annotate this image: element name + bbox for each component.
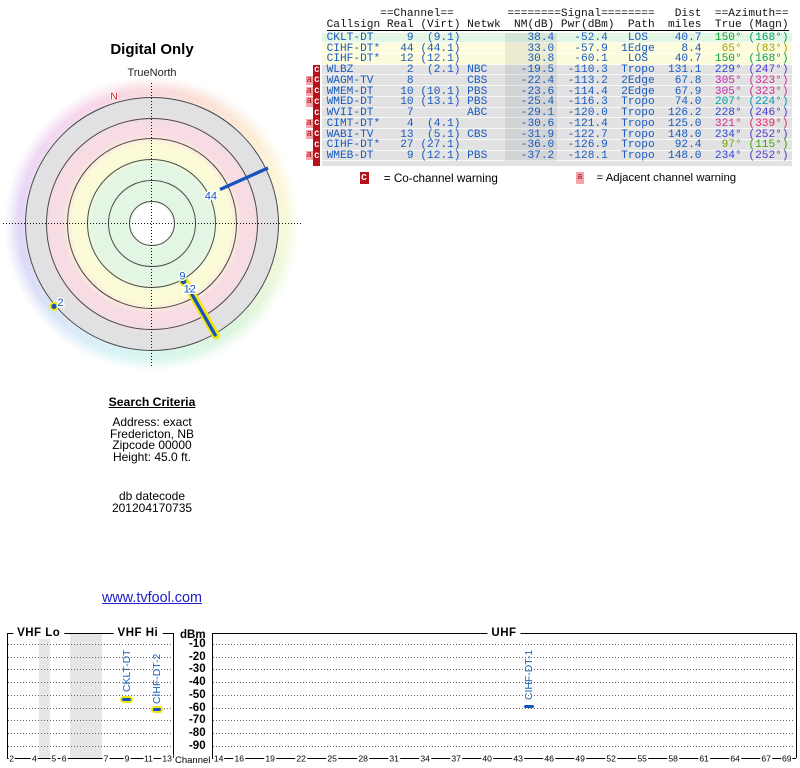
svg-text:12: 12: [184, 283, 196, 295]
svg-text:2: 2: [58, 297, 64, 309]
svg-text:N: N: [110, 92, 117, 103]
svg-text:44: 44: [205, 190, 217, 202]
svg-text:9: 9: [179, 271, 185, 283]
